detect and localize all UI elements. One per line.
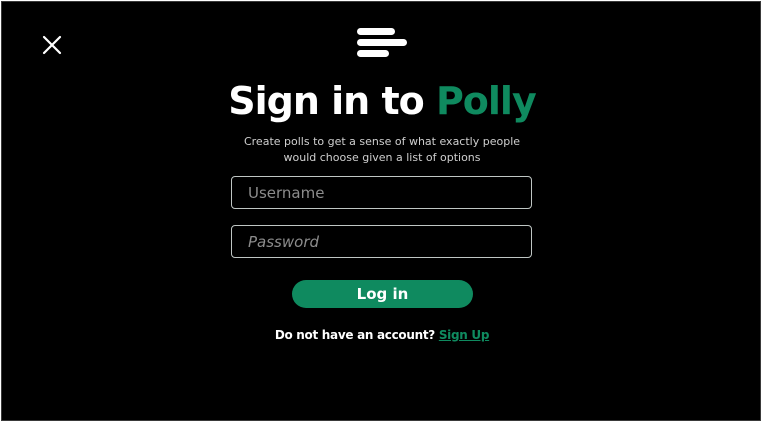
password-input[interactable]: [231, 225, 532, 258]
app-logo: [357, 28, 409, 62]
signup-prompt: Do not have an account? Sign Up: [2, 326, 762, 344]
close-button[interactable]: [40, 33, 64, 57]
menu-lines-logo-icon: [357, 28, 407, 57]
page-title: Sign in to Polly: [2, 76, 762, 126]
sign-in-screen: Sign in to Polly Create polls to get a s…: [1, 1, 761, 421]
brand-name: Polly: [435, 79, 537, 123]
login-button[interactable]: Log in: [292, 280, 473, 308]
title-prefix: Sign in to: [228, 79, 436, 123]
page-subtitle: Create polls to get a sense of what exac…: [243, 135, 521, 164]
username-input[interactable]: [231, 176, 532, 209]
signup-link[interactable]: Sign Up: [439, 328, 490, 342]
close-icon: [42, 35, 62, 55]
signup-prompt-text: Do not have an account?: [274, 328, 439, 342]
